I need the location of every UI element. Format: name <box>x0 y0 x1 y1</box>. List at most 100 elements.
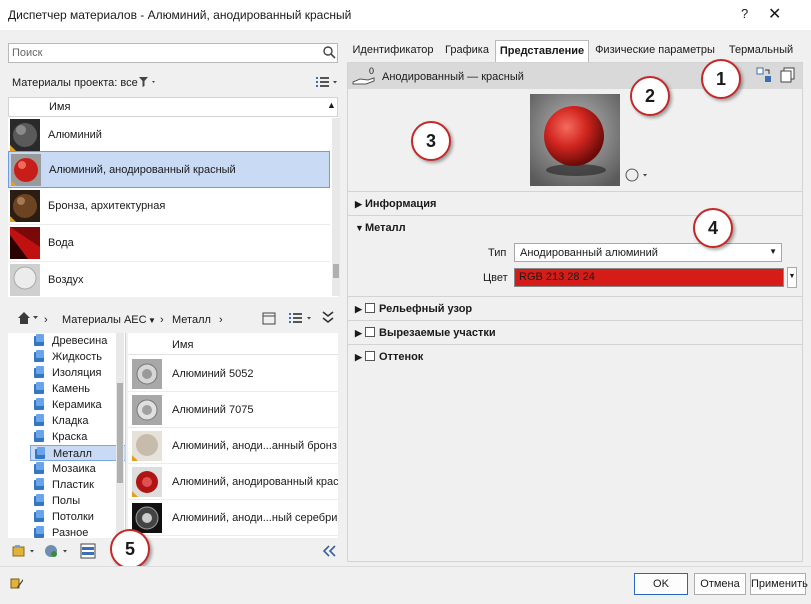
search-icon[interactable] <box>322 45 336 59</box>
list-item[interactable]: Алюминий <box>8 117 330 154</box>
relief-checkbox[interactable] <box>365 303 375 313</box>
tree-item[interactable]: Разное <box>30 525 125 538</box>
project-materials-filter-label[interactable]: Материалы проекта: все <box>12 77 138 89</box>
preview-options-icon[interactable] <box>625 168 651 182</box>
replace-asset-icon[interactable] <box>756 67 772 83</box>
section-metal[interactable]: ▼Металл <box>355 222 406 234</box>
tint-checkbox[interactable] <box>365 351 375 361</box>
material-label: Алюминий 5052 <box>172 368 254 380</box>
list-item[interactable]: Алюминий 5052 <box>128 356 338 392</box>
asset-browser-icon[interactable] <box>80 543 96 559</box>
chevron-down-icon[interactable]: ▼ <box>148 316 156 325</box>
tree-item[interactable]: Древесина <box>30 333 125 349</box>
material-label: Воздух <box>48 274 84 286</box>
search-input[interactable] <box>8 43 338 63</box>
tree-item-selected[interactable]: Металл <box>30 445 125 461</box>
callout-marker: 5 <box>110 529 150 569</box>
cutouts-checkbox[interactable] <box>365 327 375 337</box>
callout-marker: 1 <box>701 59 741 99</box>
section-cutouts[interactable]: ▶ Вырезаемые участки <box>355 327 496 339</box>
tab-physical[interactable]: Физические параметры <box>591 40 719 62</box>
folder-icon <box>34 366 44 378</box>
list-item[interactable]: Воздух <box>8 262 330 297</box>
window-title: Диспетчер материалов - Алюминий, анодиро… <box>8 8 352 22</box>
project-materials-list: Алюминий Алюминий, анодированный красный… <box>8 117 338 297</box>
tree-item-label: Изоляция <box>52 367 102 379</box>
material-swatch-icon <box>132 359 162 389</box>
sort-ascending-icon[interactable]: ▲ <box>327 100 336 110</box>
material-label: Алюминий, анодированный красный <box>49 164 236 176</box>
color-swatch[interactable]: RGB 213 28 24 <box>514 268 784 287</box>
material-label: Вода <box>48 237 74 249</box>
close-button[interactable]: ✕ <box>768 4 781 24</box>
folder-icon <box>34 526 44 538</box>
list-item[interactable]: Алюминий 7075 <box>128 392 338 428</box>
column-name-header[interactable]: Имя <box>172 339 193 351</box>
chevron-down-icon: ▼ <box>769 247 777 256</box>
list-item[interactable]: Вода <box>8 225 330 262</box>
breadcrumb-separator: › <box>160 314 164 326</box>
list-item-selected[interactable]: Алюминий, анодированный красный <box>8 151 330 188</box>
tree-item[interactable]: Полы <box>30 493 125 509</box>
list-view-icon[interactable] <box>315 75 339 89</box>
list-item[interactable]: Алюминий, аноди...ный серебри <box>128 500 338 536</box>
type-label: Тип <box>488 247 507 259</box>
library-breadcrumb-bar: › Материалы AEC ▼ › Металл › <box>8 304 338 332</box>
tree-scrollbar[interactable] <box>116 333 124 538</box>
section-label: Рельефный узор <box>379 303 473 315</box>
tree-item[interactable]: Кладка <box>30 413 125 429</box>
tree-item[interactable]: Керамика <box>30 397 125 413</box>
color-dropdown-button[interactable]: ▼ <box>787 267 797 288</box>
filter-icon[interactable] <box>138 76 158 88</box>
ok-button[interactable]: OK <box>634 573 688 595</box>
list-item[interactable]: Алюминий, аноди...анный бронз <box>128 428 338 464</box>
tree-item-label: Разное <box>52 527 89 538</box>
library-category-tree: Древесина Жидкость Изоляция Камень Керам… <box>8 333 126 538</box>
edit-pencil-icon[interactable] <box>10 576 24 590</box>
tree-item[interactable]: Потолки <box>30 509 125 525</box>
breadcrumb-item[interactable]: Материалы AEC <box>62 314 147 326</box>
asset-hand-icon <box>352 77 375 85</box>
panel-layout-icon[interactable] <box>262 312 276 325</box>
section-information[interactable]: ▶ Информация <box>355 198 436 210</box>
expand-arrow-icon: ▶ <box>355 352 362 362</box>
material-swatch-icon <box>132 503 162 533</box>
help-button[interactable]: ? <box>741 6 748 21</box>
column-name-header[interactable]: Имя <box>49 101 70 113</box>
breadcrumb-item[interactable]: Металл <box>172 314 211 326</box>
material-label: Алюминий <box>48 129 102 141</box>
create-material-icon[interactable] <box>44 544 72 558</box>
duplicate-asset-icon[interactable] <box>780 67 796 83</box>
home-icon[interactable] <box>16 311 40 325</box>
apply-button[interactable]: Применить <box>750 573 808 595</box>
tab-graphics[interactable]: Графика <box>441 40 493 62</box>
library-list-header: Имя <box>128 333 338 355</box>
list-item[interactable]: Алюминий, анодированный крас <box>128 464 338 500</box>
tab-identity[interactable]: Идентификатор <box>347 40 439 62</box>
type-select[interactable]: Анодированный алюминий ▼ <box>514 243 782 262</box>
tree-item-label: Мозаика <box>52 463 96 475</box>
tree-item[interactable]: Мозаика <box>30 461 125 477</box>
collapse-double-chevron-icon[interactable] <box>322 545 336 557</box>
section-tint[interactable]: ▶ Оттенок <box>355 351 423 363</box>
collapse-arrow-icon: ▼ <box>355 223 364 233</box>
tree-item[interactable]: Камень <box>30 381 125 397</box>
library-menu-icon[interactable] <box>12 544 40 558</box>
folder-icon <box>34 334 44 346</box>
tree-item[interactable]: Изоляция <box>30 365 125 381</box>
project-materials-scrollbar[interactable] <box>332 118 340 296</box>
section-relief[interactable]: ▶ Рельефный узор <box>355 303 472 315</box>
tab-appearance[interactable]: Представление <box>495 40 589 62</box>
library-bottom-toolbar <box>8 540 338 562</box>
expand-double-chevron-icon[interactable] <box>322 310 334 324</box>
tab-thermal[interactable]: Термальный <box>721 40 801 62</box>
material-swatch-icon <box>11 154 41 186</box>
tree-item[interactable]: Жидкость <box>30 349 125 365</box>
list-view-icon[interactable] <box>288 312 314 325</box>
tree-item[interactable]: Краска <box>30 429 125 445</box>
tree-item[interactable]: Пластик <box>30 477 125 493</box>
folder-icon <box>35 447 45 459</box>
color-value: RGB 213 28 24 <box>519 271 595 283</box>
cancel-button[interactable]: Отмена <box>694 573 746 595</box>
list-item[interactable]: Бронза, архитектурная <box>8 188 330 225</box>
